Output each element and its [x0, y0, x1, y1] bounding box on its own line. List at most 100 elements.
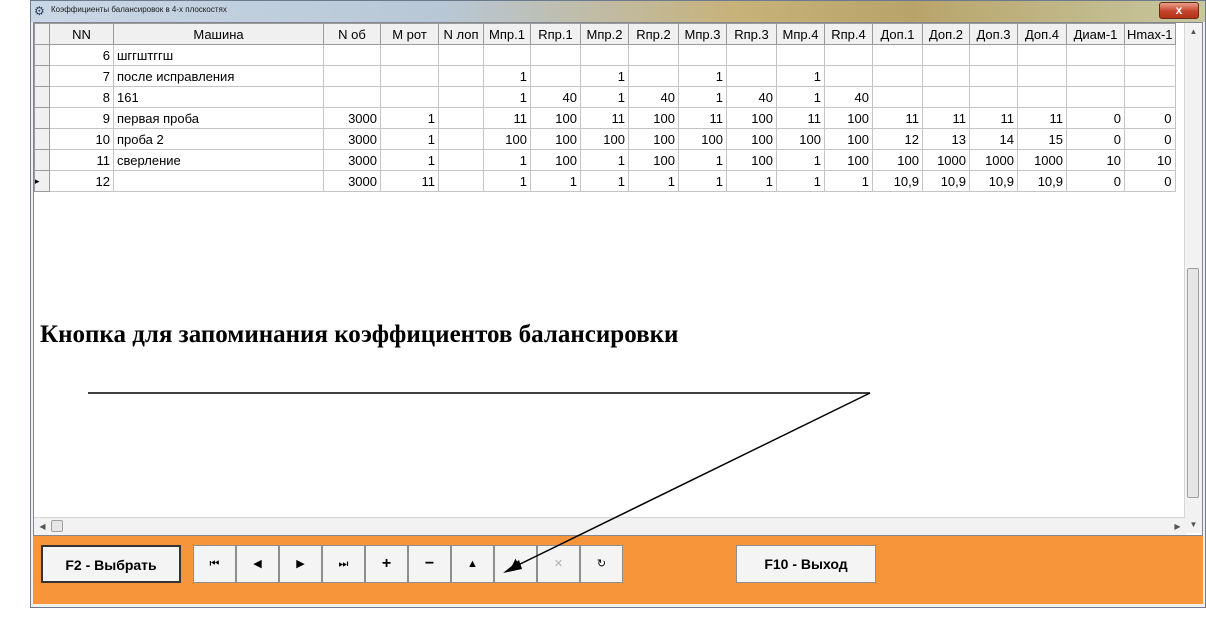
table-cell[interactable] — [438, 170, 484, 192]
table-cell[interactable]: 10,9 — [922, 170, 970, 192]
table-cell[interactable]: 40 — [628, 86, 679, 108]
row-indicator[interactable] — [34, 65, 50, 87]
table-cell[interactable]: 100 — [530, 149, 581, 171]
row-indicator[interactable] — [34, 128, 50, 150]
table-cell[interactable]: 3000 — [323, 149, 381, 171]
table-cell[interactable] — [323, 44, 381, 66]
scroll-down-icon[interactable]: ▼ — [1185, 516, 1202, 533]
table-cell[interactable] — [1124, 65, 1176, 87]
table-cell[interactable]: 1 — [483, 86, 531, 108]
table-cell[interactable]: 1 — [776, 149, 825, 171]
column-header[interactable]: Доп.3 — [969, 23, 1018, 45]
table-cell[interactable] — [438, 44, 484, 66]
table-cell[interactable]: 1 — [776, 170, 825, 192]
table-cell[interactable] — [1124, 86, 1176, 108]
table-cell[interactable]: 100 — [726, 107, 777, 129]
column-header[interactable]: Rпр.4 — [824, 23, 873, 45]
table-cell[interactable]: 10 — [1066, 149, 1125, 171]
column-header[interactable]: NN — [49, 23, 114, 45]
table-cell[interactable] — [922, 65, 970, 87]
refresh-icon[interactable]: ↻ — [580, 545, 623, 583]
row-number[interactable]: 7 — [49, 65, 114, 87]
table-cell[interactable]: 100 — [580, 128, 629, 150]
delete-record-icon[interactable]: − — [408, 545, 451, 583]
hscroll-thumb[interactable] — [51, 520, 63, 532]
table-cell[interactable]: 1 — [380, 149, 439, 171]
table-cell[interactable] — [438, 149, 484, 171]
table-cell[interactable] — [969, 65, 1018, 87]
table-cell[interactable] — [872, 44, 923, 66]
table-cell[interactable] — [1017, 44, 1067, 66]
table-cell[interactable] — [530, 44, 581, 66]
table-cell[interactable]: 1 — [824, 170, 873, 192]
machine-name-cell[interactable]: 161 — [113, 86, 324, 108]
edit-record-icon[interactable]: ▲ — [451, 545, 494, 583]
table-cell[interactable]: 1 — [580, 170, 629, 192]
table-cell[interactable] — [969, 44, 1018, 66]
table-cell[interactable] — [438, 86, 484, 108]
table-cell[interactable]: 100 — [530, 128, 581, 150]
column-header[interactable]: Rпр.1 — [530, 23, 581, 45]
row-number[interactable]: 8 — [49, 86, 114, 108]
column-header[interactable]: Мпр.3 — [678, 23, 727, 45]
table-cell[interactable]: 100 — [628, 149, 679, 171]
table-cell[interactable]: 1 — [678, 149, 727, 171]
machine-name-cell[interactable] — [113, 170, 324, 192]
table-cell[interactable]: 100 — [628, 128, 679, 150]
table-cell[interactable]: 1 — [483, 65, 531, 87]
table-row[interactable]: 9 первая проба 3000 1 11 100 11 100 11 100 11 100 11… — [34, 107, 1176, 129]
table-cell[interactable]: 10,9 — [969, 170, 1018, 192]
table-cell[interactable]: 12 — [872, 128, 923, 150]
table-cell[interactable] — [1017, 86, 1067, 108]
table-cell[interactable] — [438, 65, 484, 87]
table-cell[interactable]: 40 — [824, 86, 873, 108]
table-cell[interactable] — [628, 44, 679, 66]
table-cell[interactable]: 100 — [824, 107, 873, 129]
table-cell[interactable] — [323, 86, 381, 108]
table-cell[interactable]: 1 — [678, 86, 727, 108]
table-cell[interactable]: 0 — [1066, 170, 1125, 192]
row-indicator[interactable] — [34, 149, 50, 171]
table-cell[interactable] — [726, 44, 777, 66]
table-cell[interactable]: 1 — [580, 149, 629, 171]
table-cell[interactable]: 1 — [776, 86, 825, 108]
horizontal-scrollbar[interactable]: ◀ ▶ — [34, 517, 1186, 535]
column-header[interactable]: Доп.4 — [1017, 23, 1067, 45]
table-cell[interactable] — [1124, 44, 1176, 66]
table-cell[interactable] — [438, 107, 484, 129]
table-cell[interactable]: 15 — [1017, 128, 1067, 150]
table-cell[interactable]: 1 — [580, 86, 629, 108]
prior-record-icon[interactable]: ◀ — [236, 545, 279, 583]
table-cell[interactable]: 100 — [824, 128, 873, 150]
row-indicator[interactable]: ▸ — [34, 170, 50, 192]
table-cell[interactable]: 100 — [678, 128, 727, 150]
table-cell[interactable] — [776, 44, 825, 66]
column-header[interactable]: N об — [323, 23, 381, 45]
table-cell[interactable]: 1 — [678, 65, 727, 87]
table-cell[interactable]: 1 — [628, 170, 679, 192]
column-header[interactable]: М рот — [380, 23, 439, 45]
table-cell[interactable] — [1066, 86, 1125, 108]
column-header[interactable]: Rпр.3 — [726, 23, 777, 45]
machine-name-cell[interactable]: шггштггш — [113, 44, 324, 66]
table-cell[interactable]: 100 — [824, 149, 873, 171]
table-cell[interactable] — [922, 86, 970, 108]
table-cell[interactable]: 11 — [678, 107, 727, 129]
column-header[interactable]: Мпр.1 — [483, 23, 531, 45]
table-cell[interactable] — [1066, 65, 1125, 87]
table-cell[interactable]: 1 — [776, 65, 825, 87]
table-cell[interactable]: 11 — [1017, 107, 1067, 129]
table-cell[interactable]: 10,9 — [1017, 170, 1067, 192]
table-cell[interactable] — [380, 86, 439, 108]
table-cell[interactable]: 1 — [483, 149, 531, 171]
table-cell[interactable]: 3000 — [323, 107, 381, 129]
cancel-edit-icon[interactable]: ✕ — [537, 545, 580, 583]
exit-button[interactable]: F10 - Выход — [736, 545, 876, 583]
table-cell[interactable] — [580, 44, 629, 66]
row-number[interactable]: 6 — [49, 44, 114, 66]
column-header[interactable]: Машина — [113, 23, 324, 45]
table-cell[interactable]: 100 — [872, 149, 923, 171]
table-row[interactable]: 6 шггштггш — [34, 44, 1176, 66]
select-button[interactable]: F2 - Выбрать — [41, 545, 181, 583]
machine-name-cell[interactable]: после исправления — [113, 65, 324, 87]
